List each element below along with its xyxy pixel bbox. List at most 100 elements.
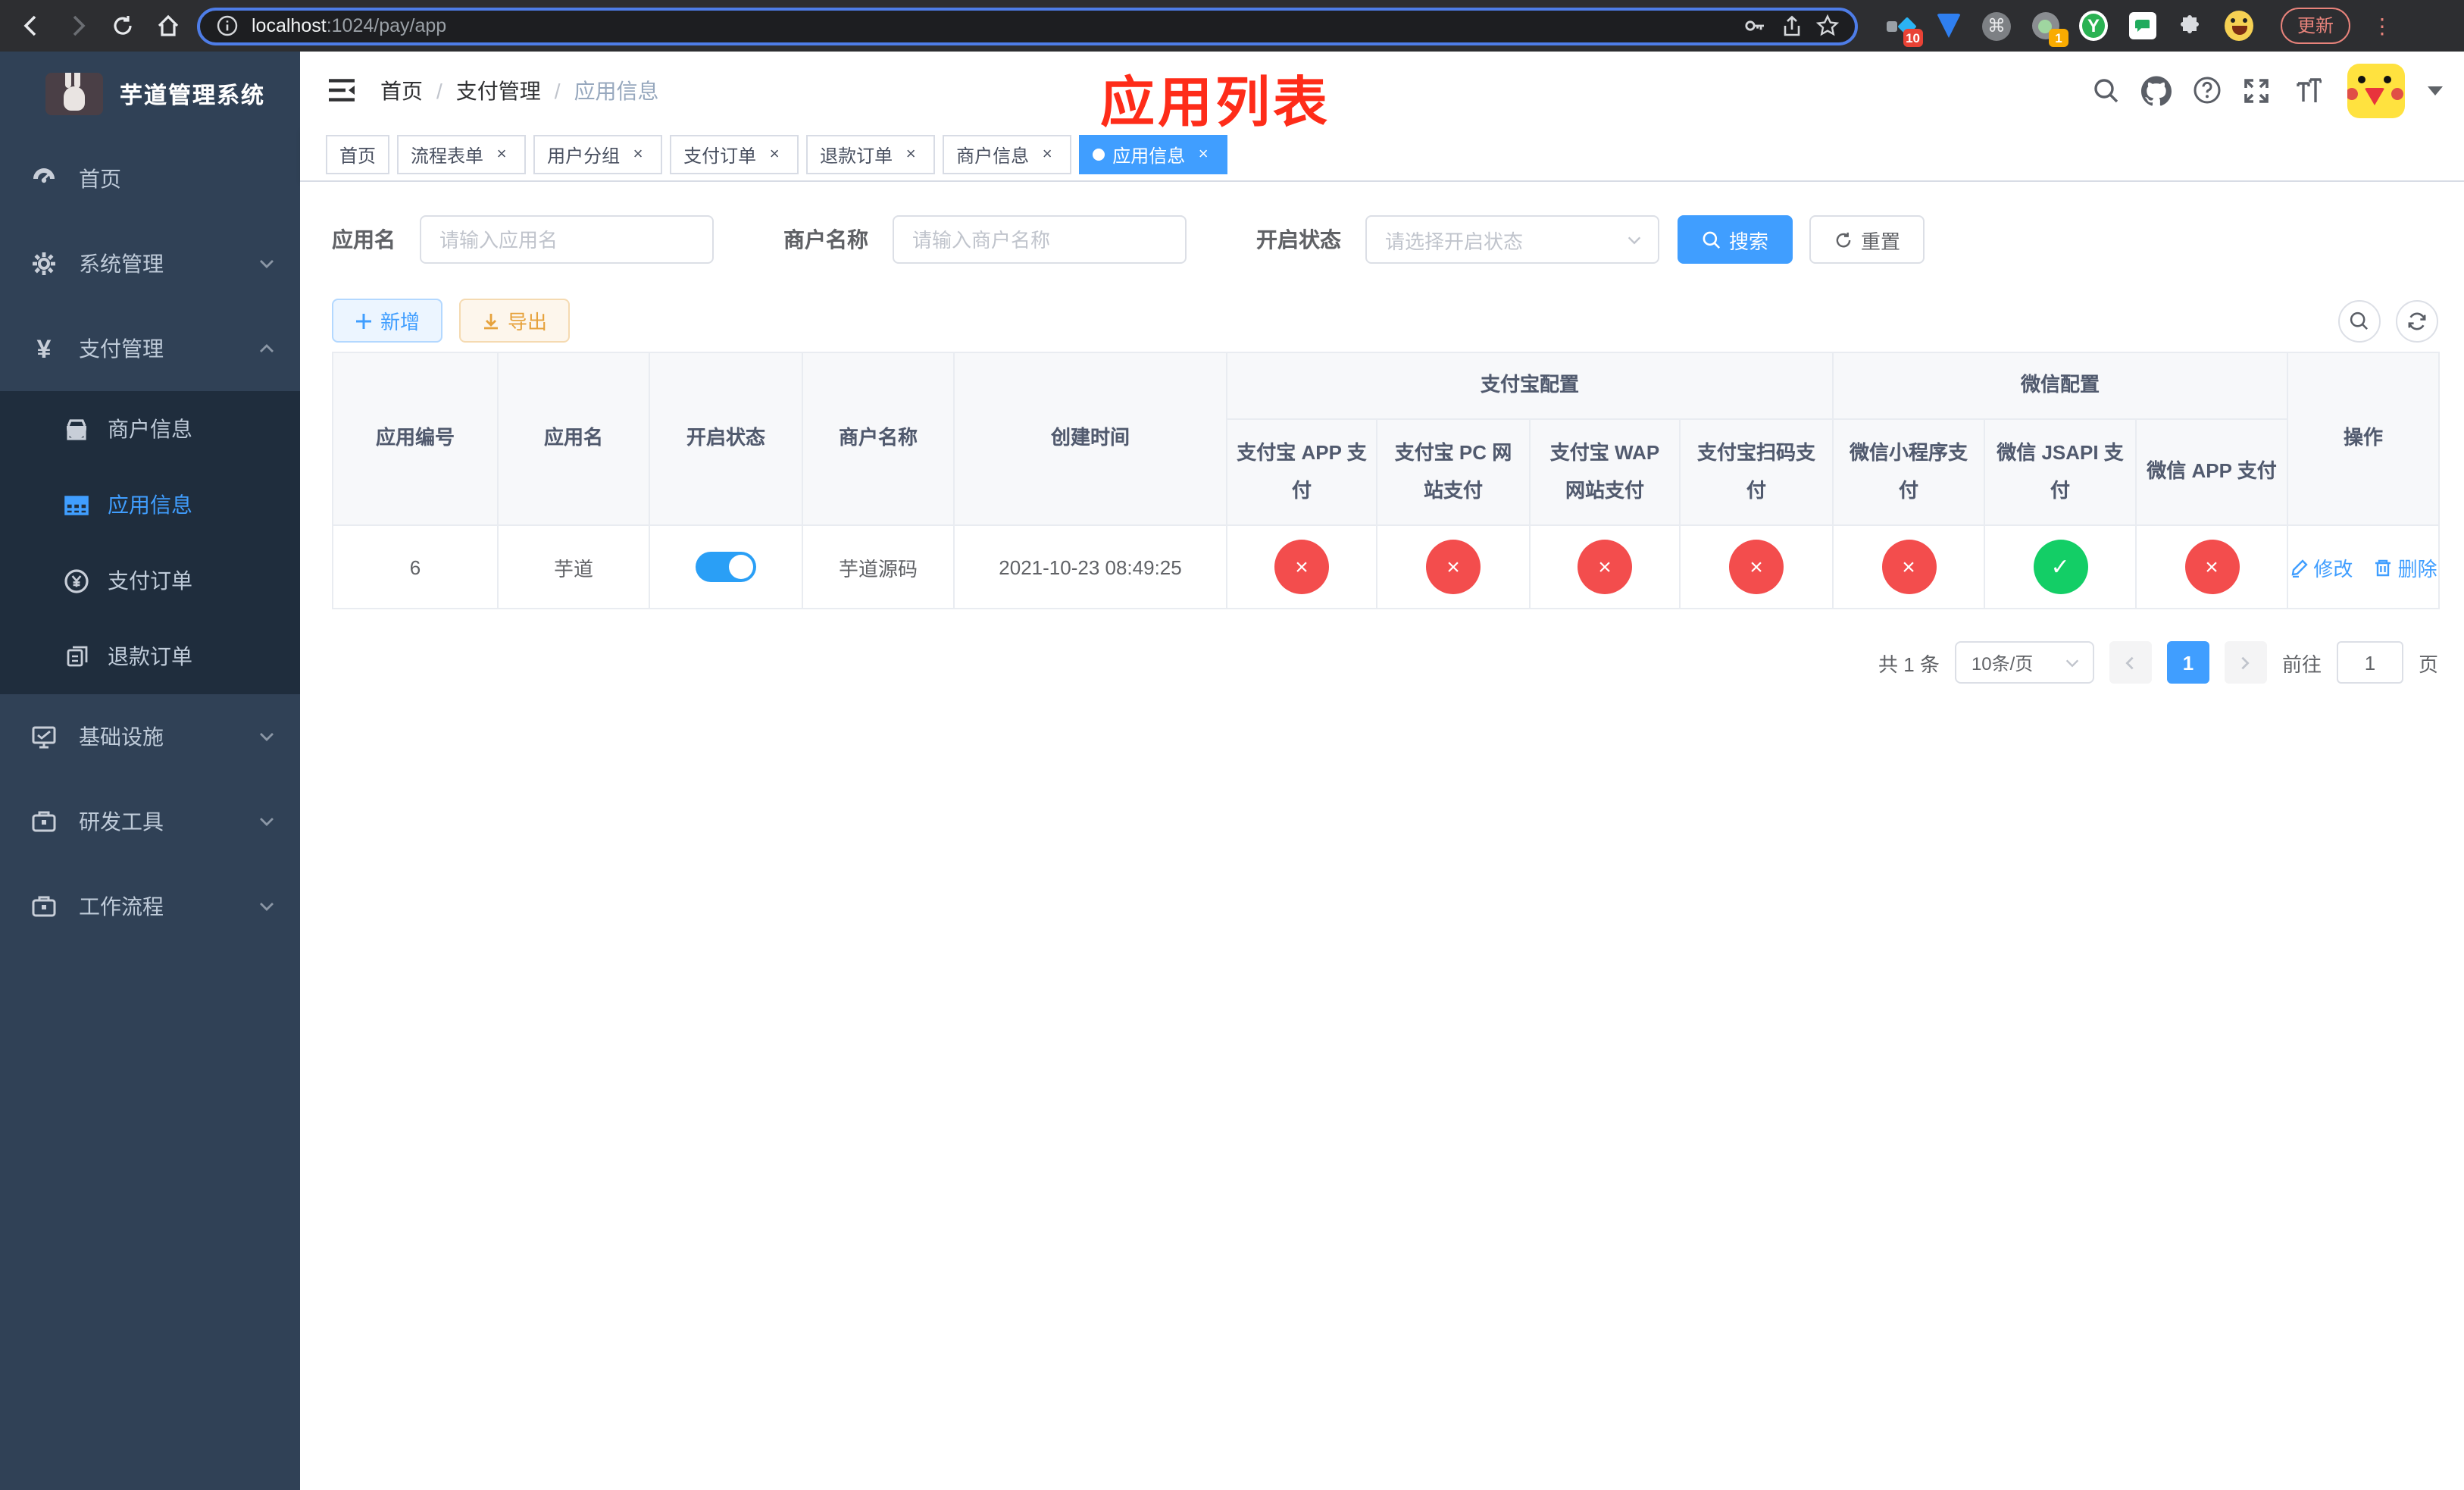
tag-label: 支付订单: [683, 145, 757, 166]
close-icon[interactable]: ×: [900, 144, 921, 165]
tag-label: 退款订单: [820, 145, 893, 166]
sidebar-item-pay-order[interactable]: 支付订单: [0, 543, 300, 618]
close-icon[interactable]: ×: [491, 144, 512, 165]
toggle-search-button[interactable]: [2338, 299, 2381, 342]
dashboard-icon: [30, 165, 58, 193]
sidebar-item-infrastructure[interactable]: 基础设施: [0, 694, 300, 779]
sidebar-item-refund-order[interactable]: 退款订单: [0, 618, 300, 694]
breadcrumb: 首页 / 支付管理 / 应用信息: [380, 75, 659, 105]
chevron-down-icon: [258, 728, 276, 746]
sidebar-item-label: 工作流程: [79, 894, 164, 919]
add-button[interactable]: 新增: [332, 299, 443, 343]
app-table: 应用编号 应用名 开启状态 商户名称 创建时间 支付宝配置 微信配置 操作 支付…: [332, 351, 2441, 610]
tag-merchant-info[interactable]: 商户信息 ×: [943, 135, 1072, 174]
back-icon[interactable]: [15, 9, 48, 42]
close-icon[interactable]: ×: [764, 144, 785, 165]
alipay-wap-status: ×: [1578, 540, 1632, 595]
sidebar-item-home[interactable]: 首页: [0, 136, 300, 221]
extension-grid-icon[interactable]: 10: [1885, 11, 1923, 46]
share-icon[interactable]: [1779, 14, 1803, 38]
sidebar-item-payment[interactable]: ¥ 支付管理: [0, 306, 300, 391]
extension-command-icon[interactable]: ⌘: [1982, 11, 2011, 40]
sidebar-item-merchant-info[interactable]: 商户信息: [0, 391, 300, 467]
table-toolbar: 新增 导出: [332, 299, 2438, 343]
page-size-select[interactable]: 10条/页: [1954, 641, 2094, 684]
user-avatar[interactable]: [2347, 63, 2405, 117]
chevron-right-icon: [2242, 656, 2250, 670]
reload-icon[interactable]: [106, 9, 139, 42]
tag-process-form[interactable]: 流程表单 ×: [397, 135, 527, 174]
tag-user-group[interactable]: 用户分组 ×: [533, 135, 663, 174]
col-app-id: 应用编号: [332, 351, 499, 527]
delete-link[interactable]: 删除: [2374, 553, 2437, 582]
document-copy-icon: [64, 643, 89, 669]
tag-home[interactable]: 首页: [326, 135, 390, 174]
extension-badge: 10: [1903, 28, 1923, 46]
status-switch[interactable]: [696, 552, 756, 583]
breadcrumb-payment[interactable]: 支付管理: [456, 75, 541, 105]
reset-button[interactable]: 重置: [1809, 215, 1925, 264]
tag-refund-order[interactable]: 退款订单 ×: [806, 135, 936, 174]
chevron-down-icon: [1628, 236, 1641, 244]
tag-app-info[interactable]: 应用信息 ×: [1079, 135, 1228, 174]
refresh-table-button[interactable]: [2396, 299, 2438, 342]
browser-profile-avatar[interactable]: [2225, 11, 2253, 41]
status-select[interactable]: 请选择开启状态: [1365, 215, 1659, 264]
bookmark-star-icon[interactable]: [1815, 14, 1840, 38]
extension-y-icon[interactable]: Y: [2079, 11, 2108, 41]
sidebar-item-label: 支付管理: [79, 337, 164, 361]
close-icon[interactable]: ×: [627, 144, 649, 165]
sidebar-item-app-info[interactable]: 应用信息: [0, 467, 300, 543]
page-number-1[interactable]: 1: [2166, 641, 2209, 684]
status-select-placeholder: 请选择开启状态: [1385, 230, 1524, 252]
sidebar-logo-row[interactable]: 芋道管理系统: [0, 52, 300, 130]
extensions-puzzle-icon[interactable]: [2176, 11, 2205, 40]
url-text[interactable]: localhost:1024/pay/app: [252, 15, 1731, 36]
next-page-button[interactable]: [2224, 641, 2267, 684]
password-key-icon[interactable]: [1743, 14, 1767, 38]
active-tag-dot: [1093, 149, 1105, 161]
search-icon: [1703, 230, 1721, 249]
extension-gem-icon[interactable]: [1934, 11, 1962, 40]
sidebar-collapse-icon[interactable]: [326, 75, 356, 105]
goto-page-input[interactable]: [2336, 641, 2403, 684]
total-count: 共 1 条: [1878, 653, 1940, 676]
site-info-icon[interactable]: [215, 14, 239, 38]
cell-status: [649, 524, 803, 610]
search-button[interactable]: 搜索: [1678, 215, 1793, 264]
avatar-caret-icon[interactable]: [2428, 86, 2443, 95]
header-search-icon[interactable]: [2091, 75, 2122, 105]
table-grid-icon: [64, 492, 89, 518]
sidebar-item-system[interactable]: 系统管理: [0, 221, 300, 306]
forward-icon[interactable]: [61, 9, 94, 42]
col-group-wechat: 微信配置: [1832, 352, 2289, 420]
merchant-name-input[interactable]: [893, 215, 1187, 264]
col-wechat-mini: 微信小程序支付: [1832, 418, 1986, 527]
help-icon[interactable]: [2191, 75, 2222, 105]
close-icon[interactable]: ×: [1037, 144, 1058, 165]
github-icon[interactable]: [2141, 75, 2172, 105]
browser-menu-icon[interactable]: ⋮: [2372, 13, 2393, 39]
fullscreen-icon[interactable]: [2241, 75, 2272, 105]
extension-recorder-icon[interactable]: 1: [2031, 11, 2068, 46]
sidebar-item-dev-tools[interactable]: 研发工具: [0, 779, 300, 864]
extension-chat-icon[interactable]: [2128, 11, 2156, 40]
home-icon[interactable]: [152, 9, 185, 42]
font-size-icon[interactable]: [2291, 75, 2322, 105]
close-icon[interactable]: ×: [1193, 144, 1214, 165]
cell-app-name: 芋道: [497, 524, 650, 610]
sidebar-item-workflow[interactable]: 工作流程: [0, 864, 300, 949]
app-name-input[interactable]: [420, 215, 714, 264]
sidebar-item-label: 系统管理: [79, 252, 164, 276]
col-alipay-app: 支付宝 APP 支付: [1226, 418, 1377, 527]
yen-icon: ¥: [36, 334, 52, 363]
tag-pay-order[interactable]: 支付订单 ×: [670, 135, 799, 174]
cell-app-id: 6: [332, 524, 499, 610]
address-bar[interactable]: localhost:1024/pay/app: [197, 7, 1858, 45]
breadcrumb-home[interactable]: 首页: [380, 75, 423, 105]
edit-link[interactable]: 修改: [2289, 553, 2353, 582]
download-icon: [484, 313, 499, 329]
export-button[interactable]: 导出: [459, 299, 571, 343]
prev-page-button[interactable]: [2109, 641, 2152, 684]
browser-update-button[interactable]: 更新: [2281, 8, 2351, 44]
